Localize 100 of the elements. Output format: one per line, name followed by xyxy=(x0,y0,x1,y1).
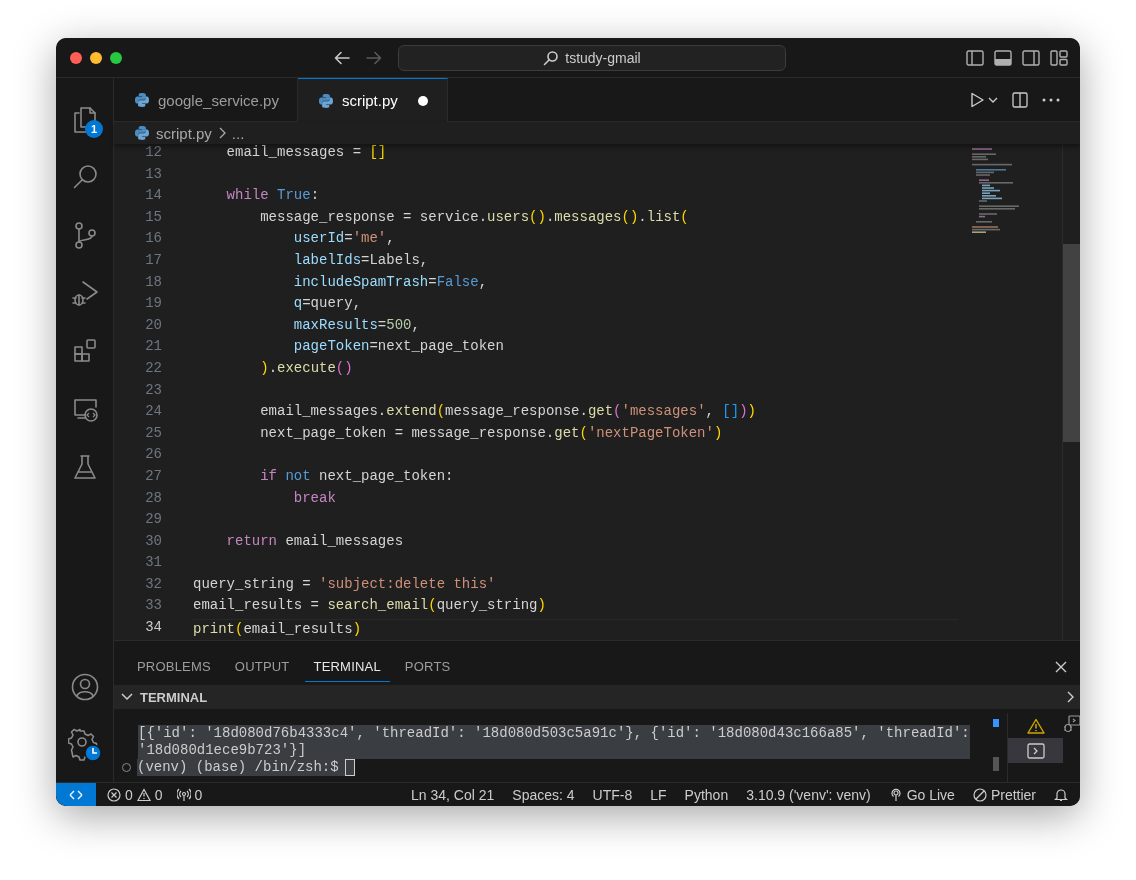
cursor-position[interactable]: Ln 34, Col 21 xyxy=(402,786,504,803)
command-center-search[interactable]: tstudy-gmail xyxy=(398,44,786,71)
scroll-marker xyxy=(993,719,999,727)
caret-icon xyxy=(988,95,998,104)
code-line: email_results = search_email(query_string) xyxy=(193,597,547,616)
close-icon[interactable] xyxy=(1054,659,1068,674)
terminal-prompt: (venv) (base) /bin/zsh:$ xyxy=(137,759,339,776)
line-number: 12 xyxy=(144,144,163,162)
code-line: return email_messages xyxy=(225,532,405,551)
code-line: maxResults=500, xyxy=(292,316,421,335)
code-line: query_string = 'subject:delete this' xyxy=(193,575,497,594)
error-icon xyxy=(107,787,121,802)
line-number: 26 xyxy=(144,446,163,465)
line-number: 15 xyxy=(144,208,163,227)
scrollbar-thumb[interactable] xyxy=(993,757,999,771)
code-line: email_messages = [] xyxy=(225,144,388,162)
line-number: 18 xyxy=(144,273,163,292)
close-button[interactable] xyxy=(70,51,82,64)
code-line: next_page_token = message_response.get('nextPageToken') xyxy=(259,424,724,443)
debug-terminal-icon[interactable] xyxy=(1063,715,1080,733)
line-number: 22 xyxy=(144,359,163,378)
interpreter-status[interactable]: 3.10.9 ('venv': venv) xyxy=(737,786,880,803)
no-entry-icon xyxy=(972,787,987,802)
problems-status[interactable]: 0 0 xyxy=(100,786,170,803)
back-arrow-icon[interactable] xyxy=(334,50,350,65)
line-number: 17 xyxy=(144,251,163,270)
indentation-status[interactable]: Spaces: 4 xyxy=(503,786,584,803)
python-file-icon xyxy=(134,125,150,141)
encoding-status[interactable]: UTF-8 xyxy=(583,786,642,803)
code-line: break xyxy=(292,489,337,508)
terminal-output: [{'id': '18d080d76b4333c4', 'threadId': '18d080d503c5a91c'}, {'id': '18d080d43c166a85', 'threadId': '18d080d1ece9b723'}] xyxy=(138,725,970,759)
remote-icon xyxy=(69,788,83,801)
terminal-cursor xyxy=(344,759,355,776)
breadcrumb-item[interactable]: script.py xyxy=(156,124,212,142)
scrollbar-thumb[interactable] xyxy=(1063,244,1080,442)
code-line: labelIds=Labels, xyxy=(292,251,430,270)
line-number: 20 xyxy=(144,316,163,335)
more-icon[interactable] xyxy=(1042,97,1060,102)
go-live-button[interactable]: Go Live xyxy=(879,786,964,803)
panel-toggle-icon[interactable] xyxy=(994,49,1012,66)
line-number: 27 xyxy=(144,467,163,486)
line-number: 19 xyxy=(144,295,163,314)
language-mode[interactable]: Python xyxy=(675,786,738,803)
chevron-right-icon[interactable] xyxy=(1066,690,1074,704)
code-line: message_response = service.users().messages().list( xyxy=(259,208,690,227)
zoom-button[interactable] xyxy=(110,51,122,64)
prettier-status[interactable]: Prettier xyxy=(963,786,1045,803)
line-number: 13 xyxy=(144,165,163,184)
line-number: 16 xyxy=(144,230,163,249)
code-line: pageToken=next_page_token xyxy=(292,338,505,357)
code-line: q=query, xyxy=(292,295,363,314)
editor-tab[interactable]: google_service.py xyxy=(114,78,298,121)
panel-tab[interactable]: TERMINAL xyxy=(304,651,390,682)
section-title: TERMINAL xyxy=(140,689,208,705)
code-line: userId='me', xyxy=(292,230,396,249)
play-icon xyxy=(970,91,984,108)
line-number: 24 xyxy=(144,403,163,422)
broadcast-icon xyxy=(176,787,191,802)
chevron-right-icon xyxy=(217,127,226,139)
line-number: 28 xyxy=(144,489,163,508)
chevron-down-icon[interactable] xyxy=(120,692,134,702)
run-and-debug-icon[interactable] xyxy=(70,279,99,307)
search-icon xyxy=(543,49,560,66)
line-number: 25 xyxy=(144,424,163,443)
remote-button[interactable] xyxy=(56,783,96,806)
line-number: 32 xyxy=(144,575,163,594)
line-number: 30 xyxy=(144,532,163,551)
secondary-sidebar-icon[interactable] xyxy=(1022,49,1040,66)
code-line: includeSpamTrash=False, xyxy=(292,273,489,292)
split-editor-icon[interactable] xyxy=(1012,91,1028,108)
editor-tab[interactable]: script.py xyxy=(297,78,448,122)
python-file-icon xyxy=(134,92,150,108)
minimize-button[interactable] xyxy=(90,51,102,64)
breadcrumb-item[interactable]: ... xyxy=(231,124,245,142)
layout-icon[interactable] xyxy=(1050,49,1068,66)
panel-tab[interactable]: PORTS xyxy=(395,651,460,682)
line-number: 31 xyxy=(144,554,163,573)
line-number: 33 xyxy=(144,597,163,616)
line-number: 23 xyxy=(144,381,163,400)
run-button[interactable] xyxy=(970,91,998,108)
warning-icon xyxy=(136,787,151,802)
code-line: email_messages.extend(message_response.get('messages', [])) xyxy=(259,403,757,422)
warning-icon[interactable] xyxy=(1026,717,1045,734)
line-number: 21 xyxy=(144,338,163,357)
line-ending-status[interactable]: LF xyxy=(641,786,676,803)
sidebar-toggle-icon[interactable] xyxy=(966,49,984,66)
account-icon[interactable] xyxy=(69,672,100,702)
code-line: while True: xyxy=(225,187,321,206)
panel-tab[interactable]: OUTPUT xyxy=(225,651,299,682)
panel-tab[interactable]: PROBLEMS xyxy=(128,651,220,682)
code-line: ).execute() xyxy=(259,359,354,378)
code-line: if not next_page_token: xyxy=(259,467,455,486)
notification-badge: 1 xyxy=(85,120,103,138)
ports-status[interactable]: 0 xyxy=(169,786,210,803)
python-file-icon xyxy=(317,92,334,109)
line-number: 34 xyxy=(144,619,163,638)
gear-with-clock-icon[interactable] xyxy=(67,728,102,762)
line-number: 14 xyxy=(144,187,163,206)
terminal-icon[interactable] xyxy=(1026,742,1045,759)
line-number: 29 xyxy=(144,511,163,530)
